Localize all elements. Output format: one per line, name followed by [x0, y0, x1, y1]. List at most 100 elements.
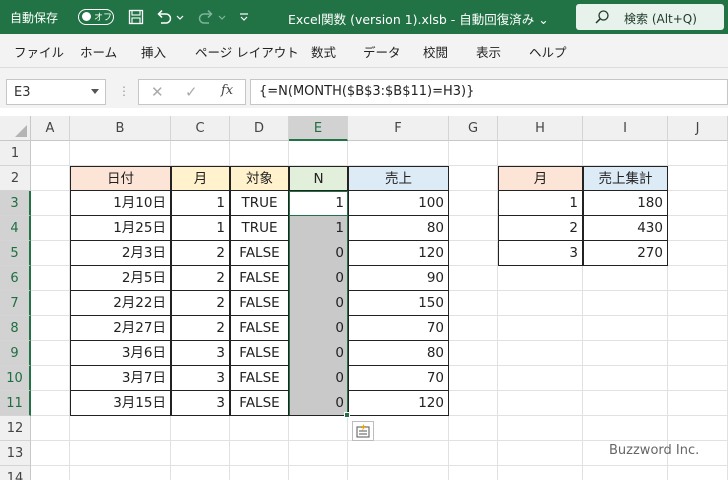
- table-cell-sales[interactable]: 150: [348, 291, 449, 316]
- table-cell-date[interactable]: 2月27日: [70, 316, 171, 341]
- tab-file[interactable]: ファイル: [14, 42, 64, 61]
- table-cell-sales[interactable]: 70: [348, 366, 449, 391]
- summary-cell-sales-total[interactable]: 270: [583, 241, 668, 266]
- row-header-3[interactable]: 3: [0, 191, 31, 216]
- row-header-5[interactable]: 5: [0, 241, 31, 266]
- quick-analysis-button[interactable]: [352, 421, 374, 441]
- row-header-8[interactable]: 8: [0, 316, 31, 341]
- summary-cell-month[interactable]: 1: [498, 191, 583, 216]
- table-cell-sales[interactable]: 80: [348, 341, 449, 366]
- redo-dropdown-icon[interactable]: [216, 7, 228, 27]
- table-cell-month[interactable]: 1: [171, 191, 230, 216]
- column-header-h[interactable]: H: [498, 116, 583, 141]
- table-cell-month[interactable]: 3: [171, 391, 230, 416]
- column-header-d[interactable]: D: [230, 116, 289, 141]
- table-cell-n[interactable]: 0: [289, 366, 348, 391]
- table-cell-n[interactable]: 1: [289, 216, 348, 241]
- table-cell-month[interactable]: 2: [171, 316, 230, 341]
- customize-toolbar-icon[interactable]: [234, 7, 254, 27]
- tab-formulas[interactable]: 数式: [311, 42, 336, 61]
- save-icon[interactable]: [126, 7, 146, 27]
- table-cell-n[interactable]: 0: [289, 341, 348, 366]
- enter-icon[interactable]: ✓: [185, 83, 198, 101]
- tab-review[interactable]: 校閲: [423, 42, 448, 61]
- table-cell-month[interactable]: 2: [171, 241, 230, 266]
- select-all-button[interactable]: [0, 116, 31, 141]
- column-header-a[interactable]: A: [31, 116, 70, 141]
- table-cell-date[interactable]: 3月15日: [70, 391, 171, 416]
- row-header-2[interactable]: 2: [0, 166, 31, 191]
- row-header-13[interactable]: 13: [0, 441, 31, 466]
- table-cell-month[interactable]: 2: [171, 266, 230, 291]
- tab-data[interactable]: データ: [363, 42, 401, 61]
- table-cell-target[interactable]: FALSE: [230, 291, 289, 316]
- column-header-e[interactable]: E: [289, 116, 348, 141]
- column-header-g[interactable]: G: [449, 116, 498, 141]
- column-header-b[interactable]: B: [70, 116, 171, 141]
- table-cell-date[interactable]: 1月10日: [70, 191, 171, 216]
- table-cell-target[interactable]: TRUE: [230, 191, 289, 216]
- column-header-i[interactable]: I: [583, 116, 668, 141]
- summary-cell-sales-total[interactable]: 430: [583, 216, 668, 241]
- table-cell-n[interactable]: 0: [289, 266, 348, 291]
- table-cell-target[interactable]: FALSE: [230, 266, 289, 291]
- table-cell-sales[interactable]: 120: [348, 241, 449, 266]
- table-cell-n[interactable]: 0: [289, 316, 348, 341]
- column-header-f[interactable]: F: [348, 116, 449, 141]
- table-cell-date[interactable]: 2月5日: [70, 266, 171, 291]
- table-cell-sales[interactable]: 70: [348, 316, 449, 341]
- row-header-6[interactable]: 6: [0, 266, 31, 291]
- tab-page-layout[interactable]: ページ レイアウト: [195, 42, 299, 61]
- row-header-10[interactable]: 10: [0, 366, 31, 391]
- table-cell-date[interactable]: 1月25日: [70, 216, 171, 241]
- autosave-toggle[interactable]: オフ: [78, 9, 114, 25]
- spreadsheet-grid[interactable]: A B C D E F G H I J 1 2 3 4 5 6 7 8 9 10 11 12 13 14 日付月対象 N 売上 1月1…: [0, 116, 728, 480]
- formula-input[interactable]: {=N(MONTH($B$3:$B$11)=H3)}: [250, 79, 728, 105]
- table-cell-month[interactable]: 1: [171, 216, 230, 241]
- column-header-c[interactable]: C: [171, 116, 230, 141]
- fill-handle[interactable]: [344, 412, 350, 418]
- column-header-j[interactable]: J: [668, 116, 728, 141]
- table-cell-n[interactable]: 0: [289, 241, 348, 266]
- row-header-12[interactable]: 12: [0, 416, 31, 441]
- undo-dropdown-icon[interactable]: [174, 7, 186, 27]
- name-box[interactable]: E3: [6, 79, 106, 105]
- cancel-icon[interactable]: ✕: [151, 83, 164, 101]
- row-header-7[interactable]: 7: [0, 291, 31, 316]
- table-cell-date[interactable]: 2月22日: [70, 291, 171, 316]
- row-header-11[interactable]: 11: [0, 391, 31, 416]
- table-cell-n[interactable]: 1: [289, 191, 348, 216]
- table-cell-target[interactable]: FALSE: [230, 366, 289, 391]
- table-cell-sales[interactable]: 90: [348, 266, 449, 291]
- search-box[interactable]: 検索 (Alt+Q): [576, 4, 724, 30]
- table-cell-sales[interactable]: 80: [348, 216, 449, 241]
- summary-cell-month[interactable]: 3: [498, 241, 583, 266]
- table-cell-month[interactable]: 3: [171, 366, 230, 391]
- table-cell-target[interactable]: FALSE: [230, 316, 289, 341]
- table-cell-target[interactable]: FALSE: [230, 341, 289, 366]
- table-cell-date[interactable]: 3月7日: [70, 366, 171, 391]
- table-cell-sales[interactable]: 100: [348, 191, 449, 216]
- tab-home[interactable]: ホーム: [80, 42, 117, 61]
- tab-insert[interactable]: 挿入: [141, 42, 166, 61]
- tab-help[interactable]: ヘルプ: [529, 42, 567, 61]
- table-cell-sales[interactable]: 120: [348, 391, 449, 416]
- row-header-1[interactable]: 1: [0, 141, 31, 166]
- table-cell-n[interactable]: 0: [289, 391, 348, 416]
- row-header-4[interactable]: 4: [0, 216, 31, 241]
- redo-icon[interactable]: [196, 7, 216, 27]
- table-cell-n[interactable]: 0: [289, 291, 348, 316]
- undo-icon[interactable]: [154, 7, 174, 27]
- row-header-14[interactable]: 14: [0, 466, 31, 480]
- table-cell-month[interactable]: 2: [171, 291, 230, 316]
- row-header-9[interactable]: 9: [0, 341, 31, 366]
- table-cell-target[interactable]: FALSE: [230, 391, 289, 416]
- document-title[interactable]: Excel関数 (version 1).xlsb - 自動回復済み ⌄: [288, 9, 549, 28]
- insert-function-icon[interactable]: fx: [221, 83, 233, 98]
- tab-view[interactable]: 表示: [476, 42, 501, 61]
- table-cell-date[interactable]: 3月6日: [70, 341, 171, 366]
- chevron-down-icon[interactable]: [91, 89, 99, 94]
- table-cell-target[interactable]: TRUE: [230, 216, 289, 241]
- summary-cell-month[interactable]: 2: [498, 216, 583, 241]
- table-cell-date[interactable]: 2月3日: [70, 241, 171, 266]
